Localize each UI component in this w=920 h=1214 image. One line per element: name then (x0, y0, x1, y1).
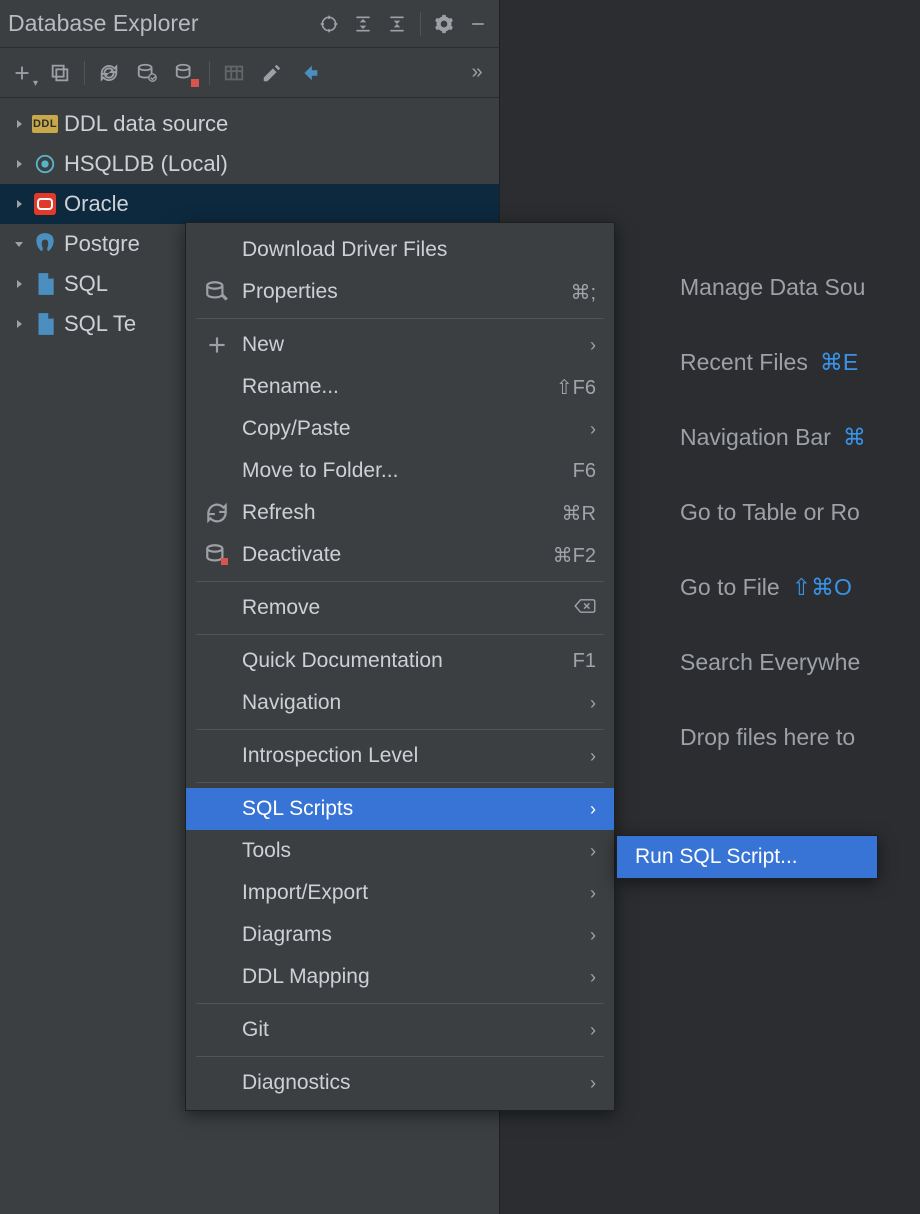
expand-all-icon[interactable] (348, 9, 378, 39)
tree-label: DDL data source (64, 111, 228, 137)
tree-label: SQL Te (64, 311, 136, 337)
datasource-properties-icon[interactable] (129, 55, 165, 91)
tree-item-oracle[interactable]: Oracle (0, 184, 499, 224)
postgres-icon (32, 231, 58, 257)
chevron-right-icon: › (590, 925, 596, 946)
backspace-icon (574, 597, 596, 620)
menu-navigation[interactable]: Navigation› (186, 682, 614, 724)
chevron-right-icon: › (590, 419, 596, 440)
minimize-icon[interactable] (463, 9, 493, 39)
tree-item-ddl[interactable]: DDL DDL data source (0, 104, 499, 144)
ddl-icon: DDL (32, 111, 58, 137)
separator (420, 12, 421, 36)
jump-to-console-icon[interactable] (292, 55, 328, 91)
menu-deactivate[interactable]: Deactivate ⌘F2 (186, 534, 614, 576)
chevron-right-icon: › (590, 335, 596, 356)
separator (209, 61, 210, 85)
menu-ddl-mapping[interactable]: DDL Mapping› (186, 956, 614, 998)
menu-diagnostics[interactable]: Diagnostics› (186, 1062, 614, 1104)
chevron-right-icon (12, 277, 26, 291)
deactivate-icon[interactable] (167, 55, 203, 91)
menu-separator (196, 1003, 604, 1004)
chevron-right-icon: › (590, 746, 596, 767)
wrench-icon (204, 279, 230, 305)
menu-refresh[interactable]: Refresh ⌘R (186, 492, 614, 534)
chevron-right-icon: › (590, 1020, 596, 1041)
menu-separator (196, 581, 604, 582)
add-icon[interactable]: ▾ (4, 55, 40, 91)
duplicate-icon[interactable] (42, 55, 78, 91)
menu-separator (196, 782, 604, 783)
menu-quick-doc[interactable]: Quick DocumentationF1 (186, 640, 614, 682)
chevron-right-icon (12, 317, 26, 331)
action-search-everywhere[interactable]: Search Everywhe (680, 649, 866, 676)
table-icon[interactable] (216, 55, 252, 91)
panel-toolbar: ▾ » (0, 48, 499, 98)
menu-download-driver[interactable]: Download Driver Files (186, 229, 614, 271)
action-manage-datasources[interactable]: Manage Data Sou (680, 274, 866, 301)
menu-diagrams[interactable]: Diagrams› (186, 914, 614, 956)
chevron-right-icon (12, 117, 26, 131)
menu-new[interactable]: New › (186, 324, 614, 366)
chevron-right-icon: › (590, 799, 596, 820)
chevron-right-icon: › (590, 693, 596, 714)
tree-label: Oracle (64, 191, 129, 217)
collapse-all-icon[interactable] (382, 9, 412, 39)
refresh-icon (204, 500, 230, 526)
menu-introspection[interactable]: Introspection Level› (186, 735, 614, 777)
separator (84, 61, 85, 85)
deactivate-icon (204, 542, 230, 568)
settings-icon[interactable] (429, 9, 459, 39)
panel-title: Database Explorer (8, 10, 314, 37)
menu-git[interactable]: Git› (186, 1009, 614, 1051)
menu-copy-paste[interactable]: Copy/Paste› (186, 408, 614, 450)
edit-icon[interactable] (254, 55, 290, 91)
sql-scripts-submenu: Run SQL Script... (616, 835, 878, 879)
menu-separator (196, 318, 604, 319)
menu-remove[interactable]: Remove (186, 587, 614, 629)
action-navigation-bar[interactable]: Navigation Bar⌘ (680, 424, 866, 451)
tree-item-hsqldb[interactable]: HSQLDB (Local) (0, 144, 499, 184)
chevron-right-icon (12, 197, 26, 211)
tree-label: HSQLDB (Local) (64, 151, 228, 177)
menu-sql-scripts[interactable]: SQL Scripts› (186, 788, 614, 830)
menu-tools[interactable]: Tools› (186, 830, 614, 872)
action-recent-files[interactable]: Recent Files⌘E (680, 349, 866, 376)
sql-file-icon (32, 311, 58, 337)
tree-label: Postgre (64, 231, 140, 257)
action-drop-files: Drop files here to (680, 724, 866, 751)
menu-rename[interactable]: Rename...⇧F6 (186, 366, 614, 408)
target-icon[interactable] (314, 9, 344, 39)
chevron-down-icon (12, 237, 26, 251)
oracle-icon (32, 191, 58, 217)
action-goto-table[interactable]: Go to Table or Ro (680, 499, 866, 526)
menu-separator (196, 1056, 604, 1057)
menu-separator (196, 729, 604, 730)
submenu-run-sql-script[interactable]: Run SQL Script... (617, 836, 877, 878)
chevron-right-icon: › (590, 841, 596, 862)
menu-separator (196, 634, 604, 635)
panel-header: Database Explorer (0, 0, 499, 48)
menu-move-folder[interactable]: Move to Folder...F6 (186, 450, 614, 492)
plus-icon (204, 332, 230, 358)
menu-import-export[interactable]: Import/Export› (186, 872, 614, 914)
chevron-right-icon (12, 157, 26, 171)
sql-file-icon (32, 271, 58, 297)
more-icon[interactable]: » (459, 55, 495, 91)
chevron-right-icon: › (590, 1073, 596, 1094)
menu-properties[interactable]: Properties ⌘; (186, 271, 614, 313)
chevron-right-icon: › (590, 967, 596, 988)
action-goto-file[interactable]: Go to File⇧⌘O (680, 574, 866, 601)
context-menu: Download Driver Files Properties ⌘; New … (185, 222, 615, 1111)
hsqldb-icon (32, 151, 58, 177)
welcome-actions: Manage Data Sou Recent Files⌘E Navigatio… (680, 274, 866, 751)
chevron-right-icon: › (590, 883, 596, 904)
refresh-icon[interactable] (91, 55, 127, 91)
tree-label: SQL (64, 271, 108, 297)
